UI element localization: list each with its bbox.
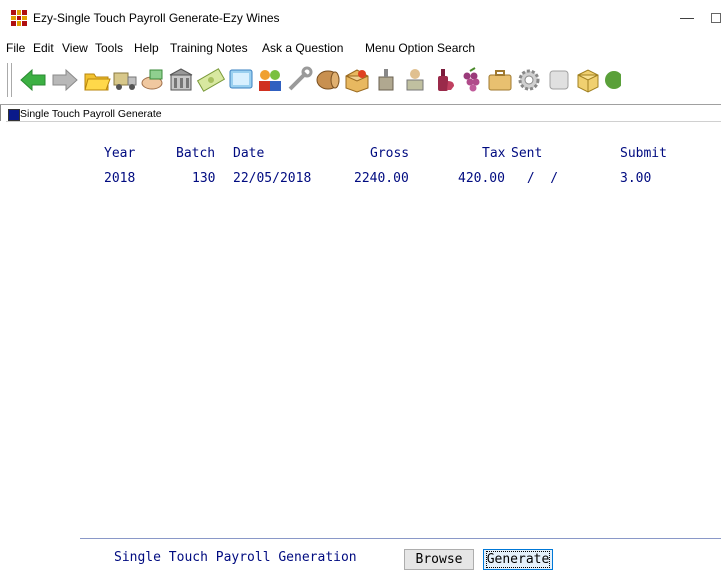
content-area xyxy=(6,122,721,577)
header-submit: Submit xyxy=(620,146,667,161)
header-tax: Tax xyxy=(482,146,506,161)
wine-press-icon[interactable] xyxy=(371,65,401,95)
app-grid-icon xyxy=(11,10,27,26)
menu-ask-a-question[interactable]: Ask a Question xyxy=(262,41,343,55)
hand-money-icon[interactable] xyxy=(138,65,168,95)
panel-title: Single Touch Payroll Generate xyxy=(20,108,162,120)
window-title: Ezy-Single Touch Payroll Generate-Ezy Wi… xyxy=(33,11,280,25)
generate-button[interactable]: Generate xyxy=(483,549,553,570)
header-batch: Batch xyxy=(176,146,216,161)
toolbar-grip xyxy=(7,63,12,97)
delivery-icon[interactable] xyxy=(110,65,140,95)
menu-bar: File Edit View Tools Help Training Notes… xyxy=(0,38,721,58)
menu-option-search[interactable]: Menu Option Search xyxy=(365,41,475,55)
footer-divider xyxy=(80,538,721,539)
generate-button-label: Generate xyxy=(485,551,551,568)
menu-file[interactable]: File xyxy=(6,41,25,55)
box-icon[interactable] xyxy=(573,65,603,95)
cell-sent: / / xyxy=(519,171,559,186)
header-year: Year xyxy=(104,146,136,161)
menu-view[interactable]: View xyxy=(62,41,88,55)
header-sent: Sent xyxy=(511,146,543,161)
barrel-icon[interactable] xyxy=(313,65,343,95)
cell-tax: 420.00 xyxy=(458,171,505,186)
cell-year: 2018 xyxy=(104,171,136,186)
header-gross: Gross xyxy=(370,146,410,161)
wrench-icon[interactable] xyxy=(284,65,314,95)
maximize-button[interactable] xyxy=(711,13,721,23)
building-icon[interactable] xyxy=(166,65,196,95)
picker-icon[interactable] xyxy=(400,65,430,95)
footer-label: Single Touch Payroll Generation xyxy=(114,550,357,565)
minimize-button[interactable]: — xyxy=(677,6,697,28)
grapes-icon[interactable] xyxy=(456,65,486,95)
forward-arrow-icon[interactable] xyxy=(50,65,80,95)
panel-window-icon xyxy=(8,109,20,121)
menu-tools[interactable]: Tools xyxy=(95,41,123,55)
menu-help[interactable]: Help xyxy=(134,41,159,55)
cell-date: 22/05/2018 xyxy=(233,171,312,186)
wine-bottle-icon[interactable] xyxy=(428,65,458,95)
vine-leaf-icon[interactable] xyxy=(602,65,621,95)
cell-submit: 3.00 xyxy=(620,171,652,186)
back-arrow-icon[interactable] xyxy=(18,65,48,95)
folder-open-icon[interactable] xyxy=(82,65,112,95)
briefcase-icon[interactable] xyxy=(485,65,515,95)
people-icon[interactable] xyxy=(255,65,285,95)
browse-button[interactable]: Browse xyxy=(404,549,474,570)
menu-training-notes[interactable]: Training Notes xyxy=(170,41,248,55)
screen-icon[interactable] xyxy=(226,65,256,95)
gear-icon[interactable] xyxy=(514,65,544,95)
blank-icon[interactable] xyxy=(544,65,574,95)
parcel-icon[interactable] xyxy=(342,65,372,95)
title-bar: Ezy-Single Touch Payroll Generate-Ezy Wi… xyxy=(0,0,721,38)
toolbar-divider xyxy=(0,104,721,105)
banknote-icon[interactable] xyxy=(196,65,226,95)
cell-gross: 2240.00 xyxy=(354,171,409,186)
header-date: Date xyxy=(233,146,265,161)
menu-edit[interactable]: Edit xyxy=(33,41,54,55)
cell-batch: 130 xyxy=(192,171,216,186)
